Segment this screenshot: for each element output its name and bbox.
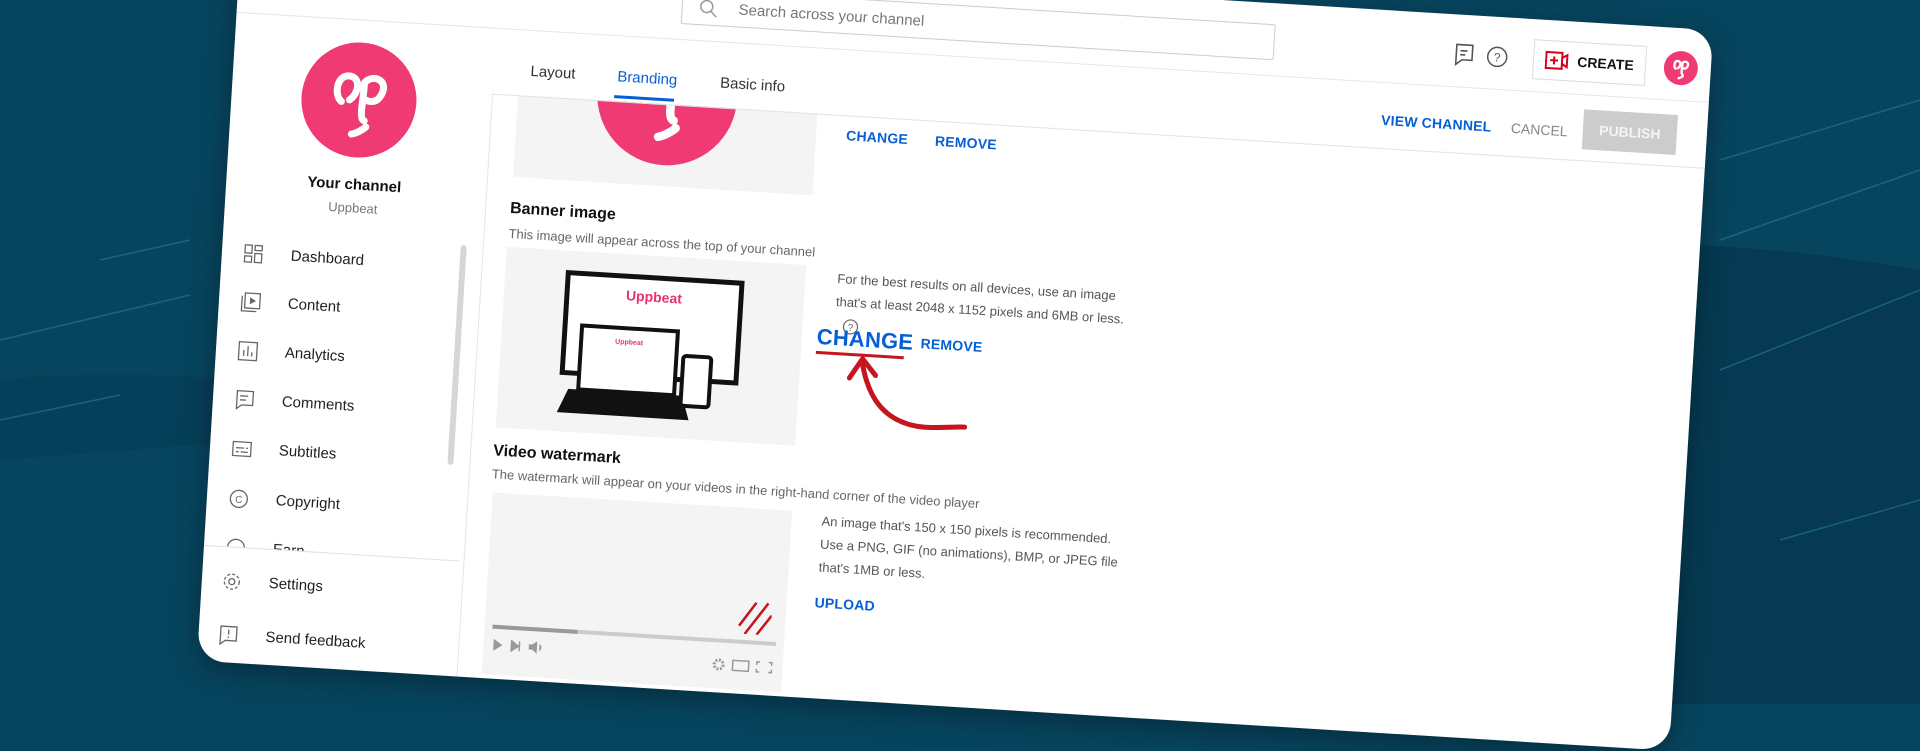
- tab-layout[interactable]: Layout: [530, 63, 576, 83]
- sidebar-nav: Dashboard Content Analytics Comments Sub…: [204, 13, 492, 561]
- picture-remove-button[interactable]: REMOVE: [935, 133, 998, 153]
- gear-icon: [221, 571, 242, 592]
- send-feedback-icon: [218, 625, 239, 646]
- player-controls-right: [710, 656, 775, 676]
- create-video-icon: [1545, 50, 1570, 71]
- sidebar-item-settings[interactable]: Settings: [201, 560, 453, 615]
- comments-icon: [234, 390, 255, 411]
- banner-preview: Uppbeat Uppbeat: [496, 247, 806, 446]
- sidebar-item-analytics[interactable]: Analytics: [215, 329, 467, 384]
- sidebar-item-label: Comments: [281, 393, 354, 414]
- watermark-preview: [482, 492, 793, 692]
- theater-icon: [732, 660, 749, 671]
- sidebar-item-label: Settings: [268, 575, 323, 595]
- tab-basic-info[interactable]: Basic info: [720, 75, 786, 96]
- create-label: CREATE: [1577, 54, 1634, 73]
- svg-text:?: ?: [1493, 50, 1501, 64]
- sidebar: Your channel Uppbeat Dashboard Content A…: [197, 13, 497, 677]
- sidebar-item-label: Analytics: [284, 344, 345, 365]
- sidebar-item-comments[interactable]: Comments: [212, 378, 464, 433]
- watermark-title: Video watermark: [493, 442, 622, 468]
- publish-button[interactable]: PUBLISH: [1582, 109, 1678, 155]
- dashboard-icon: [243, 244, 264, 265]
- banner-title: Banner image: [510, 200, 617, 224]
- sidebar-item-dashboard[interactable]: Dashboard: [221, 232, 473, 287]
- picture-change-button[interactable]: CHANGE: [846, 127, 909, 147]
- analytics-icon: [237, 341, 258, 362]
- view-channel-button[interactable]: VIEW CHANNEL: [1381, 112, 1492, 135]
- sidebar-item-label: Send feedback: [265, 629, 366, 652]
- sidebar-item-label: Copyright: [275, 492, 340, 513]
- feedback-icon[interactable]: [1454, 42, 1475, 67]
- watermark-placeholder-icon: [737, 600, 773, 636]
- sidebar-item-content[interactable]: Content: [218, 280, 470, 335]
- player-controls-left: [491, 637, 552, 657]
- banner-logo-text: Uppbeat: [626, 287, 683, 306]
- cancel-button[interactable]: CANCEL: [1510, 120, 1568, 139]
- player-progress-fill: [492, 625, 577, 634]
- content-icon: [240, 292, 261, 313]
- search-placeholder: Search across your channel: [738, 2, 925, 30]
- avatar[interactable]: [1663, 50, 1699, 86]
- create-button[interactable]: CREATE: [1532, 39, 1647, 86]
- next-icon: [511, 641, 520, 651]
- devices-illustration: Uppbeat Uppbeat: [496, 247, 806, 446]
- sidebar-item-subtitles[interactable]: Subtitles: [209, 427, 461, 482]
- help-icon[interactable]: ?: [1486, 45, 1509, 68]
- copyright-icon: C: [228, 488, 249, 509]
- tab-branding[interactable]: Branding: [617, 68, 678, 89]
- volume-icon: [529, 642, 541, 653]
- subtitles-icon: [231, 438, 252, 459]
- uppbeat-logo-icon: [1663, 50, 1699, 86]
- annotation-arrow-icon: [832, 347, 987, 446]
- settings-icon: [714, 660, 724, 670]
- banner-description-text: For the best results on all devices, use…: [836, 271, 1125, 327]
- sidebar-item-label: Content: [287, 296, 340, 316]
- sidebar-item-earn[interactable]: Earn: [204, 526, 455, 561]
- fullscreen-icon: [756, 662, 772, 673]
- studio-window: Search across your channel ? CREATE Your…: [197, 0, 1713, 751]
- sidebar-item-copyright[interactable]: C Copyright: [206, 477, 458, 532]
- sidebar-item-send-feedback[interactable]: Send feedback: [197, 614, 449, 669]
- sidebar-item-label: Dashboard: [290, 248, 364, 269]
- search-icon: [698, 0, 719, 19]
- svg-text:C: C: [235, 495, 243, 506]
- watermark-description: An image that's 150 x 150 pixels is reco…: [818, 510, 1122, 597]
- play-icon: [493, 639, 503, 652]
- sidebar-item-label: Subtitles: [278, 442, 336, 462]
- upload-button[interactable]: UPLOAD: [814, 594, 875, 614]
